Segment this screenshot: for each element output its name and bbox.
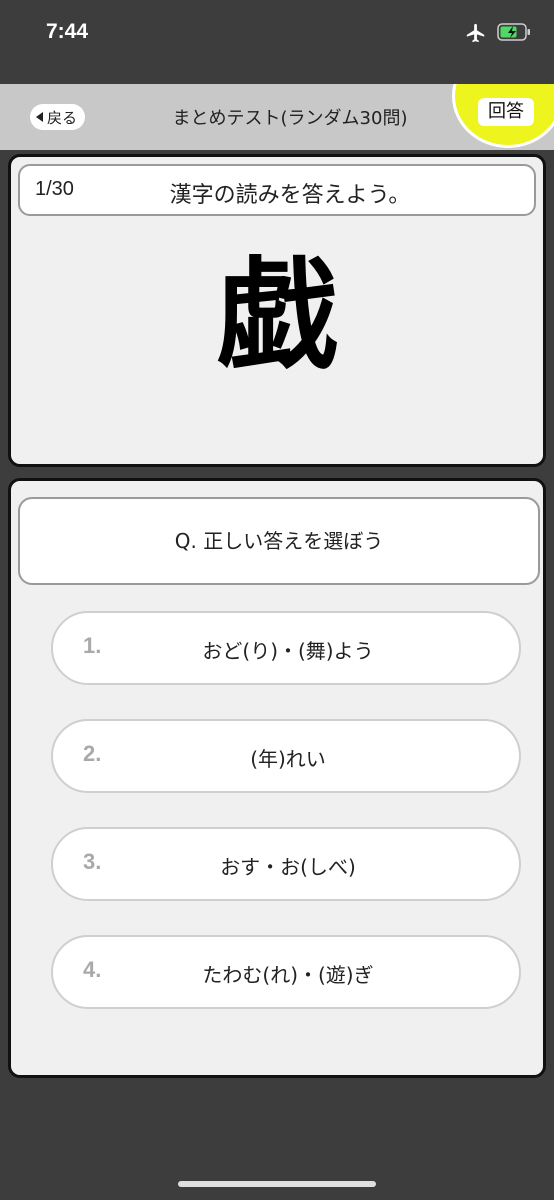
battery-icon [497, 23, 530, 41]
question-counter: 1/30 [35, 178, 74, 200]
page-title: まとめテスト(ランダム30問) [172, 108, 408, 129]
choice-text: (年)れい [250, 747, 326, 771]
choice-button-3[interactable]: 3. おす・お(しべ) [51, 827, 521, 901]
choices-prompt: Q. 正しい答えを選ぼう [18, 497, 540, 585]
choice-text: おど(り)・(舞)よう [202, 639, 374, 663]
choice-number: 1. [83, 633, 102, 658]
choice-text: たわむ(れ)・(遊)ぎ [202, 963, 374, 987]
choice-button-4[interactable]: 4. たわむ(れ)・(遊)ぎ [51, 935, 521, 1009]
question-instruction: 漢字の読みを答えよう。 [169, 183, 411, 208]
answer-button[interactable]: 回答 [478, 98, 534, 126]
choice-text: おす・お(しべ) [220, 855, 356, 879]
status-time: 7:44 [46, 20, 89, 43]
nav-bar: 戻る まとめテスト(ランダム30問) 回答 [0, 84, 554, 150]
choice-number: 2. [83, 741, 102, 766]
choice-button-2[interactable]: 2. (年)れい [51, 719, 521, 793]
home-indicator[interactable] [178, 1181, 376, 1187]
status-bar: 7:44 [0, 0, 554, 84]
back-button[interactable]: 戻る [30, 104, 86, 130]
choice-number: 4. [83, 957, 102, 982]
question-card: 1/30 漢字の読みを答えよう。 戯 [8, 154, 546, 467]
back-label: 戻る [47, 108, 78, 127]
question-header: 1/30 漢字の読みを答えよう。 [18, 164, 536, 216]
choice-number: 3. [83, 849, 102, 874]
back-arrow-icon [36, 112, 43, 122]
choices-card: Q. 正しい答えを選ぼう 1. おど(り)・(舞)よう 2. (年)れい 3. … [8, 478, 546, 1078]
kanji-character: 戯 [217, 247, 337, 386]
choice-button-1[interactable]: 1. おど(り)・(舞)よう [51, 611, 521, 685]
airplane-icon [466, 23, 485, 43]
